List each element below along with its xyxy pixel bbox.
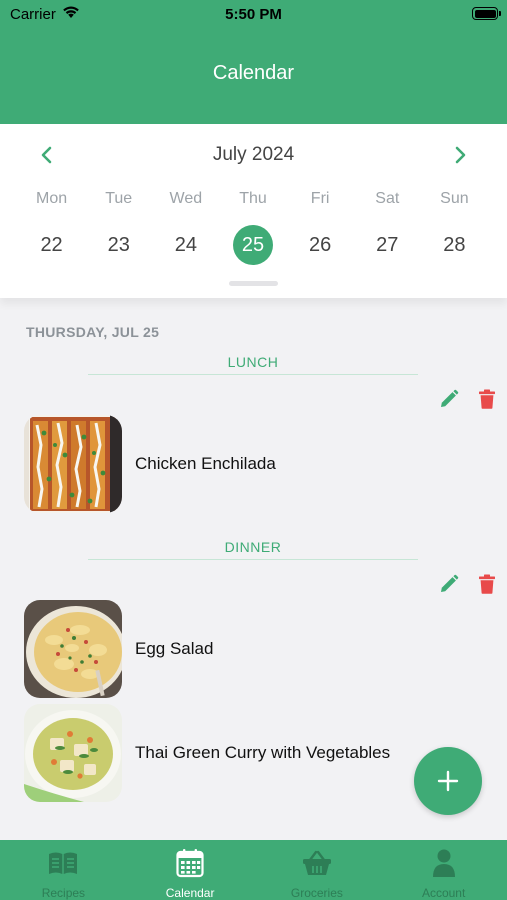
day-number: 25	[232, 225, 273, 265]
day-number: 27	[376, 233, 399, 256]
weekday-label: Mon	[36, 190, 68, 207]
weekday-label: Fri	[310, 190, 330, 207]
pencil-icon	[441, 389, 459, 407]
month-label: July 2024	[212, 144, 295, 165]
clock: 5:50 PM	[225, 6, 282, 23]
day-cell[interactable]: 27	[354, 225, 421, 265]
day-cell[interactable]: 26	[287, 225, 354, 265]
tab-calendar[interactable]: Calendar	[127, 840, 254, 900]
weekday-label: Tue	[105, 190, 133, 207]
day-cell[interactable]: 23	[85, 225, 152, 265]
drag-handle[interactable]	[229, 281, 278, 286]
basket-icon	[302, 848, 332, 878]
tab-label: Account	[421, 886, 466, 900]
edit-lunch-button[interactable]	[437, 387, 461, 411]
weekday-label: Thu	[239, 190, 267, 207]
tab-bar: Recipes Calendar Groceries Account	[0, 840, 507, 900]
tab-account[interactable]: Account	[380, 840, 507, 900]
recipe-name: Egg Salad	[135, 639, 214, 658]
edit-dinner-button[interactable]	[437, 572, 461, 596]
recipe-name: Chicken Enchilada	[135, 454, 276, 473]
tab-label: Groceries	[290, 886, 343, 900]
status-bar: Carrier 5:50 PM	[0, 0, 507, 30]
page-title: Calendar	[212, 62, 295, 84]
delete-lunch-button[interactable]	[475, 387, 499, 411]
day-number: 24	[174, 233, 197, 256]
battery-icon	[472, 7, 501, 20]
tab-recipes[interactable]: Recipes	[0, 840, 127, 900]
next-week-button[interactable]	[447, 142, 473, 168]
recipe-item[interactable]: Egg Salad	[24, 600, 494, 698]
day-cell[interactable]: 24	[152, 225, 219, 265]
weekday-row: Mon Tue Wed Thu Fri Sat Sun	[18, 190, 488, 208]
week-calendar: July 2024 Mon Tue Wed Thu Fri Sat Sun 22…	[0, 124, 507, 298]
pencil-icon	[441, 574, 459, 592]
day-number: 26	[309, 233, 332, 256]
recipe-thumbnail	[24, 415, 122, 513]
person-icon	[432, 848, 456, 878]
trash-icon	[479, 574, 495, 594]
recipe-book-icon	[48, 848, 78, 878]
weekday-label: Sun	[440, 190, 469, 207]
recipe-thumbnail	[24, 704, 122, 802]
tab-label: Calendar	[165, 886, 215, 900]
section-divider	[88, 374, 418, 375]
day-number: 22	[40, 233, 63, 256]
day-row: 22 23 24 25 26 27 28	[18, 225, 488, 265]
weekday-label: Sat	[375, 190, 400, 207]
day-cell[interactable]: 28	[421, 225, 488, 265]
day-cell[interactable]: 22	[18, 225, 85, 265]
app-header: Carrier 5:50 PM Calendar	[0, 0, 507, 124]
delete-dinner-button[interactable]	[475, 572, 499, 596]
day-number: 23	[107, 233, 130, 256]
recipe-name: Thai Green Curry with Vegetables	[135, 743, 391, 762]
tab-label: Recipes	[41, 886, 86, 900]
chevron-right-icon	[455, 146, 466, 164]
calendar-icon	[176, 848, 204, 878]
weekday-label: Wed	[169, 190, 203, 207]
recipe-thumbnail	[24, 600, 122, 698]
meal-section-dinner: DINNER	[224, 539, 282, 555]
selected-date-header: THURSDAY, JUL 25	[26, 324, 160, 340]
selected-day-cell[interactable]: 25	[219, 225, 286, 265]
day-number: 28	[443, 233, 466, 256]
plus-icon	[437, 770, 459, 792]
meal-section-lunch: LUNCH	[227, 354, 279, 370]
add-recipe-button[interactable]	[414, 747, 482, 815]
tab-groceries[interactable]: Groceries	[254, 840, 381, 900]
recipe-item[interactable]: Chicken Enchilada	[24, 415, 494, 513]
section-divider	[88, 559, 418, 560]
trash-icon	[479, 389, 495, 409]
